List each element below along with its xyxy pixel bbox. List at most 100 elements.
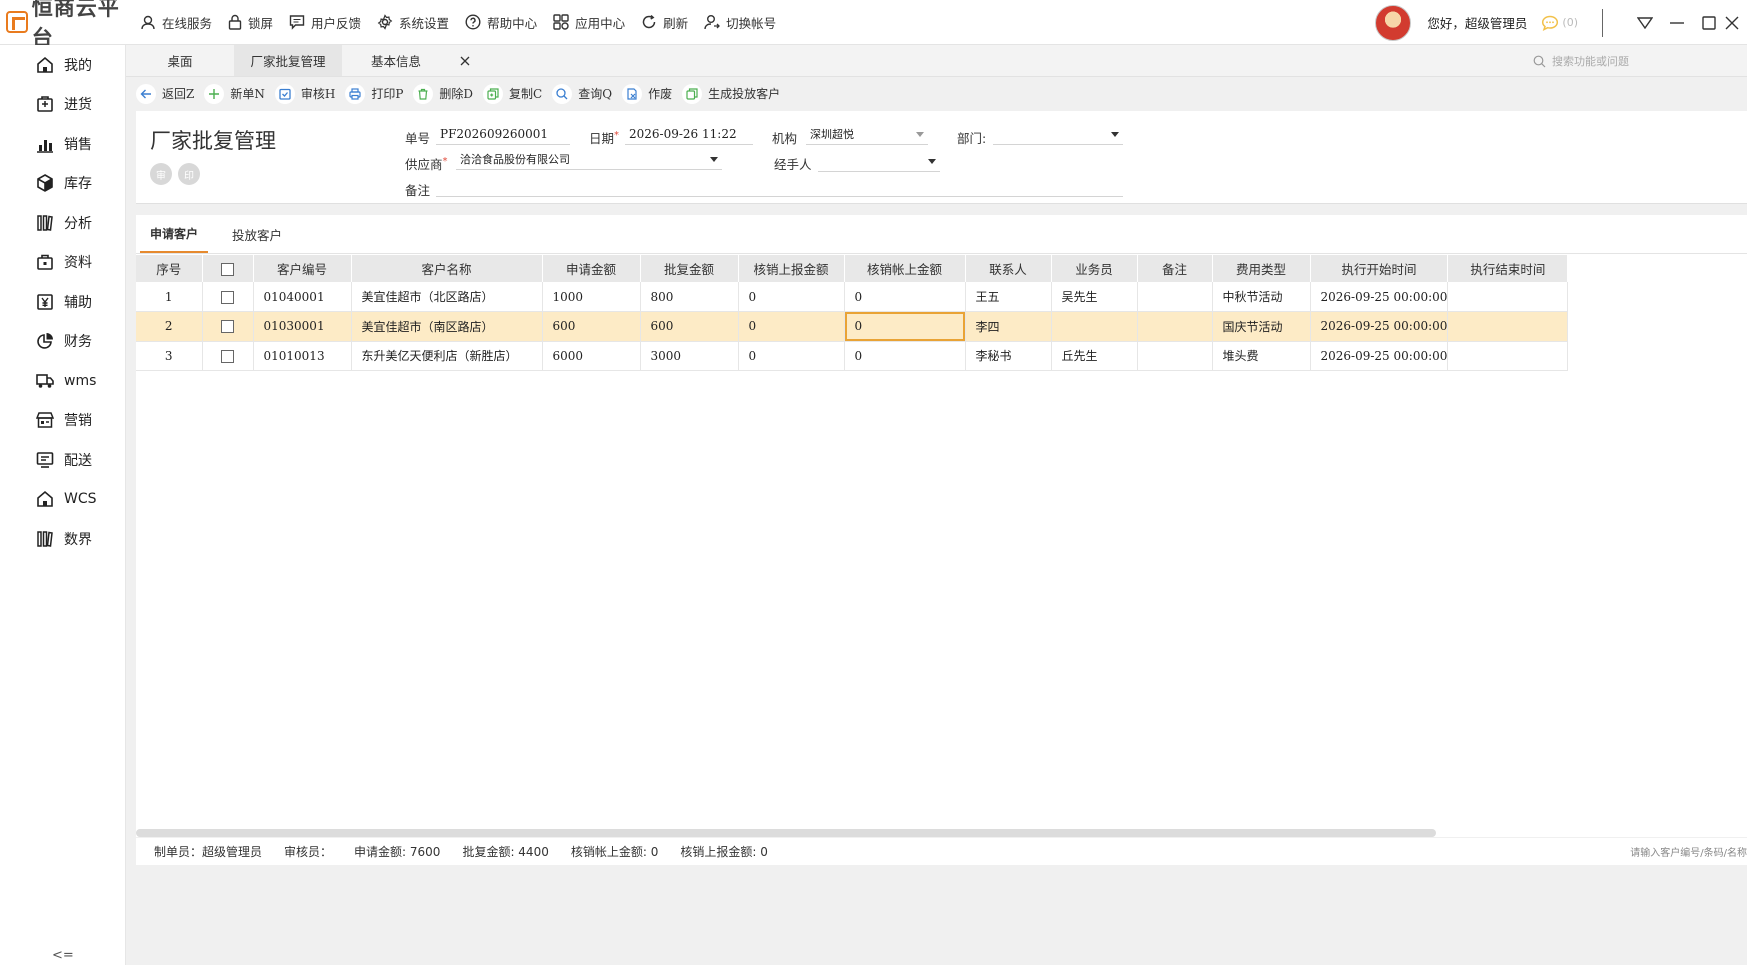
cell-report-amount[interactable]: 0 (738, 341, 845, 371)
col-header[interactable]: 联系人 (965, 255, 1052, 282)
topnav-online-service[interactable]: 在线服务 (140, 13, 212, 32)
cell-customer-code[interactable]: 01030001 (253, 311, 352, 342)
col-header-select-all[interactable] (202, 255, 254, 282)
sidebar-item-marketing[interactable]: 营销 (0, 401, 125, 441)
topnav-refresh[interactable]: 刷新 (641, 13, 688, 32)
topnav-lock[interactable]: 锁屏 (228, 13, 273, 32)
approve-button[interactable]: 审核H (274, 83, 335, 104)
delete-button[interactable]: 删除D (413, 83, 473, 104)
sidebar-item-auxiliary[interactable]: 辅助 (0, 282, 125, 322)
cell-account-amount[interactable]: 0 (844, 341, 966, 371)
cell-salesman[interactable] (1051, 311, 1138, 342)
checkbox[interactable] (221, 349, 234, 363)
cell-fee-type[interactable]: 中秋节活动 (1212, 282, 1311, 312)
sidebar-item-analysis[interactable]: 分析 (0, 203, 125, 243)
horizontal-scrollbar[interactable] (136, 829, 1436, 837)
date-field[interactable]: 2026-09-26 11:22 (625, 123, 753, 145)
subtab-placement-customers[interactable]: 投放客户 (222, 215, 292, 253)
message-indicator[interactable]: (0) (1541, 15, 1578, 31)
cell-remark[interactable] (1137, 282, 1213, 312)
org-select[interactable]: 深圳超悦 (806, 123, 928, 145)
maximize-button[interactable] (1693, 15, 1725, 30)
topnav-switch-account[interactable]: 切换帐号 (704, 13, 776, 32)
cell-end-time[interactable] (1447, 311, 1569, 342)
topnav-apps[interactable]: 应用中心 (553, 13, 625, 32)
back-button[interactable]: 返回Z (136, 83, 194, 104)
sidebar-item-mine[interactable]: 我的 (0, 45, 125, 85)
query-button[interactable]: 查询Q (552, 83, 612, 104)
handler-select[interactable] (818, 150, 940, 172)
function-search[interactable]: 搜索功能或问题 (1447, 45, 1747, 77)
cell-account-amount[interactable]: 0 (844, 282, 966, 312)
cell-remark[interactable] (1137, 341, 1213, 371)
table-row-selected[interactable]: 2 01030001 美宜佳超市（南区路店） 600 600 0 0 李四 国庆… (136, 311, 1569, 342)
sidebar-collapse-button[interactable]: <= (52, 948, 74, 963)
cell-contact[interactable]: 李四 (965, 311, 1052, 342)
generate-customers-button[interactable]: 生成投放客户 (682, 83, 780, 104)
minimize-button[interactable] (1661, 16, 1693, 30)
col-header[interactable]: 执行开始时间 (1310, 255, 1449, 282)
col-header[interactable]: 批复金额 (640, 255, 739, 282)
sidebar-item-wcs[interactable]: WCS (0, 480, 125, 520)
cell-approve-amount[interactable]: 3000 (640, 341, 739, 371)
cell-apply-amount[interactable]: 600 (542, 311, 641, 342)
cell-start-time[interactable]: 2026-09-25 00:00:00 (1310, 282, 1449, 312)
tab-basic-info[interactable]: 基本信息 (342, 45, 450, 76)
cell-remark[interactable] (1137, 311, 1213, 342)
col-header[interactable]: 费用类型 (1212, 255, 1311, 282)
checkbox[interactable] (221, 290, 234, 304)
col-header[interactable]: 客户编号 (253, 255, 352, 282)
cell-customer-name[interactable]: 美宜佳超市（南区路店） (351, 311, 543, 342)
col-header[interactable]: 核销上报金额 (738, 255, 845, 282)
new-button[interactable]: 新单N (204, 83, 265, 104)
cell-apply-amount[interactable]: 6000 (542, 341, 641, 371)
cell-fee-type[interactable]: 堆头费 (1212, 341, 1311, 371)
cell-report-amount[interactable]: 0 (738, 282, 845, 312)
cell-select[interactable] (202, 311, 254, 342)
col-header[interactable]: 核销帐上金额 (844, 255, 966, 282)
cell-approve-amount[interactable]: 800 (640, 282, 739, 312)
cell-customer-code[interactable]: 01040001 (253, 282, 352, 312)
table-row[interactable]: 3 01010013 东升美亿天便利店（新胜店） 6000 3000 0 0 李… (136, 341, 1569, 371)
cell-start-time[interactable]: 2026-09-25 00:00:00 (1310, 311, 1449, 342)
cell-customer-name[interactable]: 东升美亿天便利店（新胜店） (351, 341, 543, 371)
cell-select[interactable] (202, 282, 254, 312)
cell-approve-amount[interactable]: 600 (640, 311, 739, 342)
cell-salesman[interactable]: 丘先生 (1051, 341, 1138, 371)
cell-start-time[interactable]: 2026-09-25 00:00:00 (1310, 341, 1449, 371)
dropdown-button[interactable] (1629, 16, 1661, 29)
subtab-apply-customers[interactable]: 申请客户 (140, 215, 209, 253)
cell-customer-name[interactable]: 美宜佳超市（北区路店） (351, 282, 543, 312)
col-header[interactable]: 备注 (1137, 255, 1213, 282)
cell-apply-amount[interactable]: 1000 (542, 282, 641, 312)
cell-customer-code[interactable]: 01010013 (253, 341, 352, 371)
topnav-feedback[interactable]: 用户反馈 (289, 13, 361, 32)
sidebar-item-wms[interactable]: wms (0, 361, 125, 401)
cell-end-time[interactable] (1447, 341, 1569, 371)
close-window-button[interactable] (1725, 16, 1747, 30)
checkbox[interactable] (221, 263, 234, 276)
void-button[interactable]: 作废 (622, 83, 672, 104)
cell-fee-type[interactable]: 国庆节活动 (1212, 311, 1311, 342)
footer-search-hint[interactable]: 请输入客户编号/条码/名称 (1630, 844, 1747, 859)
cell-report-amount[interactable]: 0 (738, 311, 845, 342)
tab-vendor-approval[interactable]: 厂家批复管理 (234, 45, 342, 76)
supplier-select[interactable]: 洽洽食品股份有限公司 (456, 148, 722, 170)
cell-contact[interactable]: 王五 (965, 282, 1052, 312)
sidebar-item-data[interactable]: 数界 (0, 519, 125, 559)
cell-end-time[interactable] (1447, 282, 1569, 312)
order-no-field[interactable]: PF202609260001 (436, 123, 570, 145)
sidebar-item-inventory[interactable]: 库存 (0, 164, 125, 204)
sidebar-item-sales[interactable]: 销售 (0, 124, 125, 164)
tab-close-button[interactable] (450, 45, 480, 76)
col-header[interactable]: 执行结束时间 (1447, 255, 1569, 282)
remark-field[interactable] (436, 175, 1123, 197)
col-header[interactable]: 申请金额 (542, 255, 641, 282)
cell-contact[interactable]: 李秘书 (965, 341, 1052, 371)
copy-button[interactable]: 复制C (483, 83, 542, 104)
col-header[interactable]: 业务员 (1051, 255, 1138, 282)
tab-desktop[interactable]: 桌面 (126, 45, 234, 76)
cell-salesman[interactable]: 吴先生 (1051, 282, 1138, 312)
checkbox[interactable] (221, 320, 234, 334)
cell-select[interactable] (202, 341, 254, 371)
